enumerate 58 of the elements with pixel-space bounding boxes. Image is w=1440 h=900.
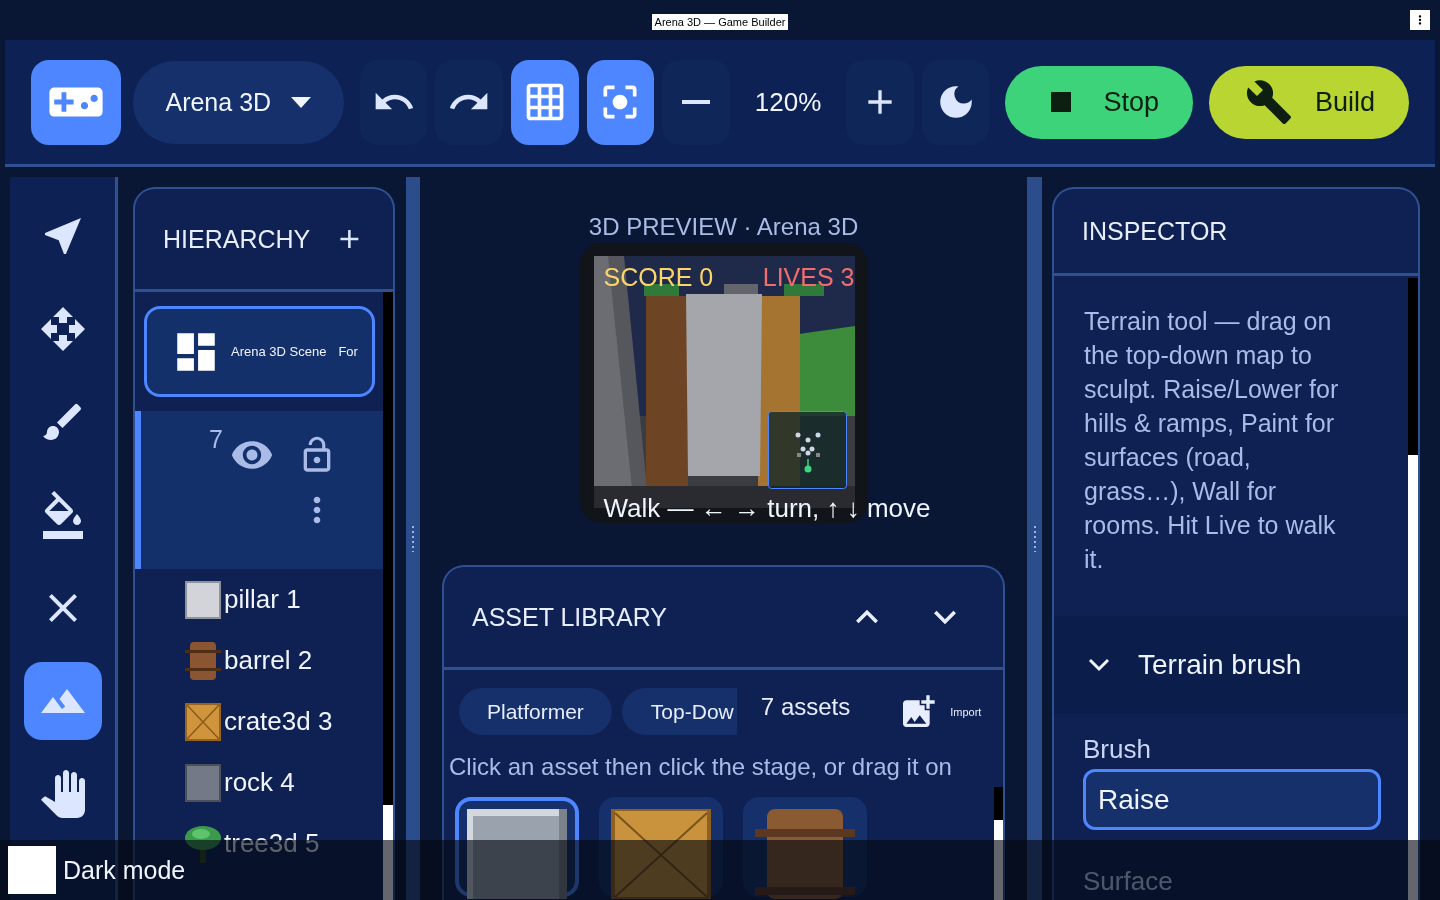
asset-tile[interactable] <box>455 797 579 897</box>
grid-button[interactable] <box>510 59 579 145</box>
section-header[interactable]: Terrain brush <box>1054 616 1408 714</box>
dark-mode-checkbox[interactable] <box>8 846 56 894</box>
zoom-level: 120% <box>753 86 823 118</box>
dark-mode-label: Dark mode <box>63 855 186 885</box>
scene-name: Arena 3D Scene <box>231 344 327 359</box>
crate-icon <box>185 702 221 741</box>
gamepad-button[interactable] <box>31 59 121 145</box>
asset-tile[interactable] <box>743 797 867 897</box>
hand-icon <box>38 770 87 818</box>
scrollbar[interactable] <box>1408 278 1418 900</box>
minus-icon <box>682 100 710 104</box>
controls-hint: Walk — ← → turn, ↑ ↓ move <box>603 493 931 524</box>
category-chip[interactable]: Platformer <box>459 688 612 735</box>
panel-title: ASSET LIBRARY <box>472 602 667 632</box>
more-button[interactable] <box>1410 9 1430 30</box>
caret-icon <box>291 96 312 108</box>
undo-button[interactable] <box>359 59 428 145</box>
panel-title: INSPECTOR <box>1082 216 1228 246</box>
stop-button[interactable]: Stop <box>1005 65 1193 139</box>
project-dropdown[interactable]: Arena 3D <box>132 60 344 144</box>
tool-description: Terrain tool — drag on the top-down map to sculpt. Raise/Lower for hills & ramps, Paint for surfaces (road, grass…), Wall for rooms. Hit Live to walk it. <box>1083 306 1340 575</box>
block-icon <box>185 763 221 802</box>
scene-card[interactable]: Arena 3D Scene For <box>144 306 375 397</box>
zoom-in-button[interactable] <box>846 59 914 145</box>
item-count: 7 <box>209 425 223 454</box>
field-label: Brush <box>1082 733 1152 765</box>
asset-count: 7 assets <box>760 692 851 721</box>
import-label[interactable]: Import <box>950 705 982 718</box>
focus-button[interactable] <box>586 59 655 145</box>
chevron-down-icon <box>1088 658 1110 672</box>
scrollbar[interactable] <box>994 787 1003 900</box>
item-label[interactable]: barrel 2 <box>224 645 313 676</box>
window-title: Arena 3D — Game Builder <box>651 13 789 30</box>
scene-tag: For <box>338 344 358 359</box>
panel-title: HIERARCHY <box>163 224 311 254</box>
asset-hint: Click an asset then click the stage, or drag it on <box>448 752 953 781</box>
scrollbar[interactable] <box>383 292 393 900</box>
item-label[interactable]: rock 4 <box>224 767 295 798</box>
preview-title: 3D PREVIEW · Arena 3D <box>588 213 859 241</box>
brush-field[interactable]: Raise <box>1083 769 1381 830</box>
tree-icon <box>185 824 221 863</box>
item-label[interactable]: crate3d 3 <box>224 706 333 737</box>
asset-tile[interactable] <box>599 797 723 897</box>
score-text: SCORE 0 <box>603 263 714 292</box>
group-row[interactable]: 7 <box>135 411 383 569</box>
category-chip[interactable]: Top-Dow <box>621 688 737 735</box>
theme-button[interactable] <box>921 59 990 145</box>
build-button[interactable]: Build <box>1209 65 1410 139</box>
block-icon <box>185 580 221 619</box>
item-label[interactable]: pillar 1 <box>224 584 301 615</box>
wrench-icon <box>1245 78 1293 126</box>
field-label: Surface <box>1082 865 1174 897</box>
redo-button[interactable] <box>435 59 503 145</box>
tool-button[interactable] <box>23 662 102 740</box>
barrel-icon <box>185 641 221 680</box>
lives-text: LIVES 3 <box>762 263 855 292</box>
